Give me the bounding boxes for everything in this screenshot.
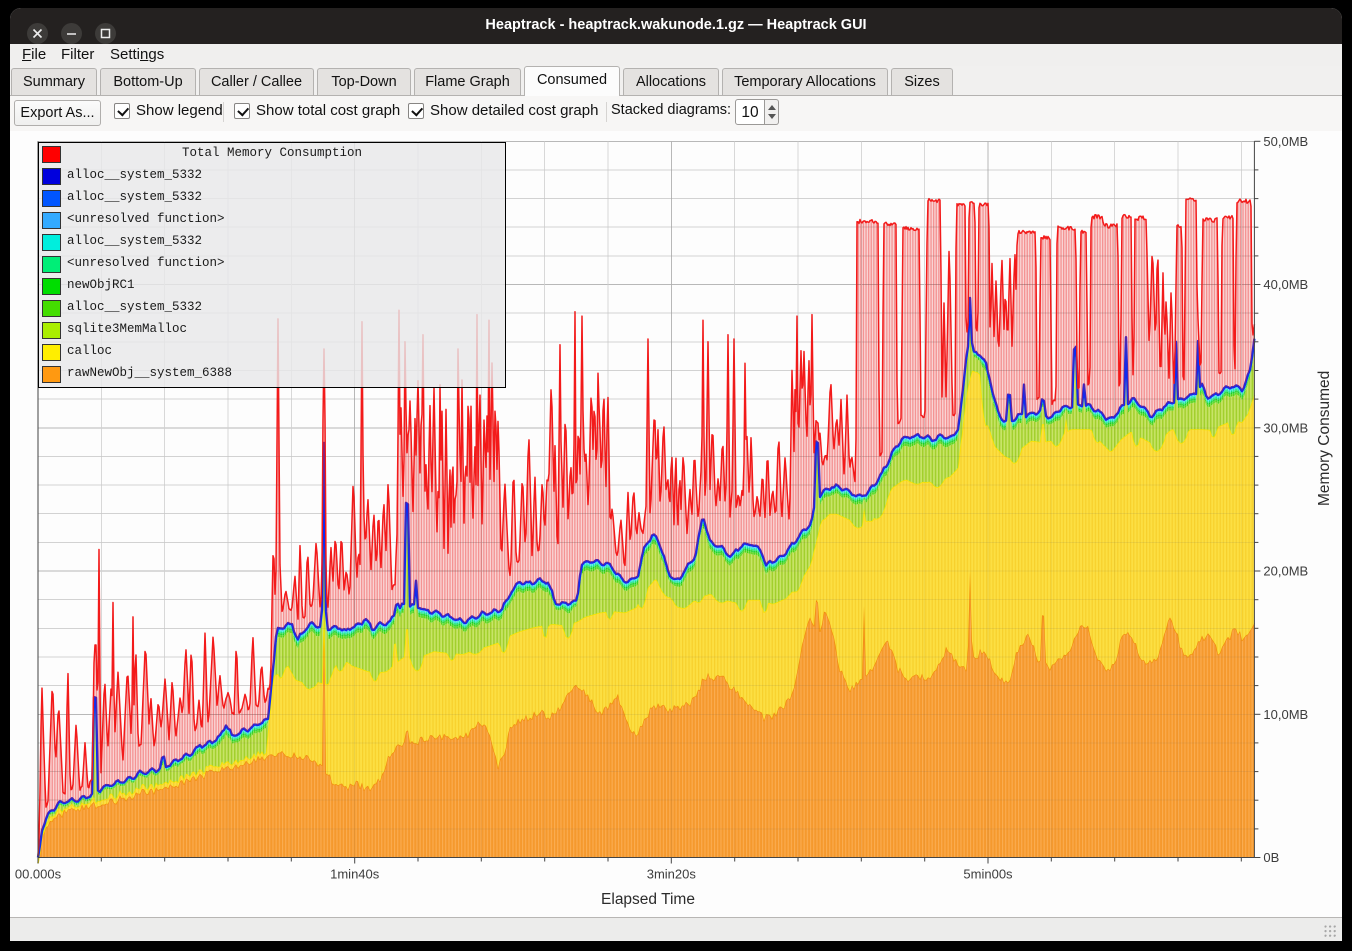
svg-text:50,0MB: 50,0MB <box>1263 134 1308 149</box>
svg-text:3min20s: 3min20s <box>647 867 697 882</box>
svg-text:20,0MB: 20,0MB <box>1263 564 1308 579</box>
svg-text:10,0MB: 10,0MB <box>1263 707 1308 722</box>
svg-text:30,0MB: 30,0MB <box>1263 420 1308 435</box>
svg-text:0B: 0B <box>1263 850 1279 865</box>
svg-text:5min00s: 5min00s <box>963 867 1013 882</box>
svg-text:1min40s: 1min40s <box>330 867 380 882</box>
svg-text:00.000s: 00.000s <box>15 867 62 882</box>
svg-text:40,0MB: 40,0MB <box>1263 277 1308 292</box>
